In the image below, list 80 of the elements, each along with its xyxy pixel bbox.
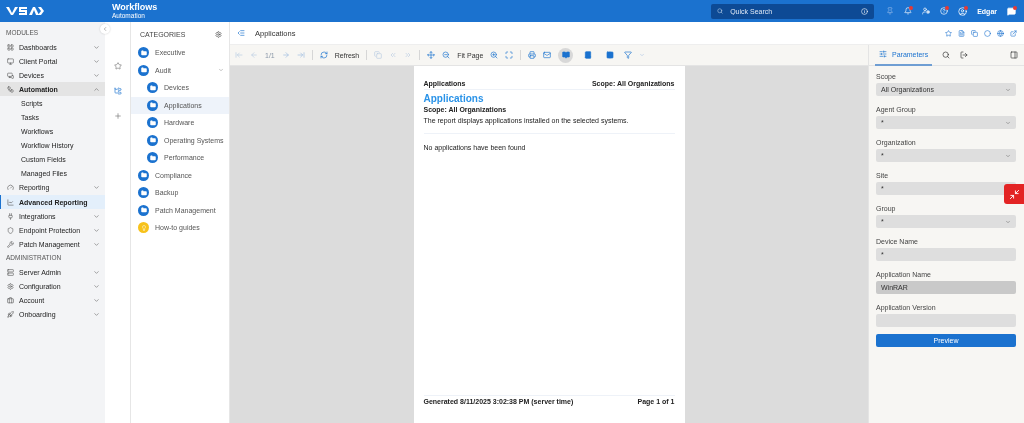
folder-icon: [147, 152, 158, 164]
chevron-left-icon: [102, 26, 108, 32]
lightbulb-icon: [138, 222, 149, 234]
monitor-icon: [7, 57, 14, 65]
settings-icon[interactable]: [215, 31, 222, 38]
rocket-icon: [7, 311, 14, 319]
panel-toggle-icon[interactable]: [1010, 51, 1018, 59]
plug-icon: [7, 212, 14, 220]
previous-page-icon[interactable]: [250, 51, 258, 59]
circle-icon[interactable]: [984, 29, 991, 37]
folder-icon: [147, 99, 158, 111]
copy-icon[interactable]: [971, 29, 978, 37]
next-page-icon[interactable]: [281, 51, 290, 59]
plus-icon[interactable]: [113, 112, 122, 120]
mail-icon[interactable]: [543, 51, 552, 59]
folder-icon: [147, 82, 158, 94]
zoom-out-icon[interactable]: [442, 51, 451, 59]
refresh-icon[interactable]: [319, 51, 328, 59]
folder-icon: [138, 64, 149, 76]
last-page-icon[interactable]: [296, 51, 305, 59]
info-icon: [861, 7, 869, 15]
star-icon[interactable]: [113, 62, 122, 70]
briefcase-icon: [7, 297, 14, 305]
external-link-icon[interactable]: [1010, 29, 1017, 37]
folder-icon: [147, 117, 158, 129]
move-icon[interactable]: [427, 51, 436, 59]
printer-icon[interactable]: [528, 51, 537, 59]
book-icon: [605, 51, 614, 59]
folder-icon: [138, 169, 149, 181]
folder-tree-icon[interactable]: [113, 87, 122, 95]
chevron-down-icon: [1005, 86, 1011, 93]
chevron-down-icon: [1005, 218, 1011, 225]
sliders-icon: [879, 50, 887, 58]
folder-icon: [138, 204, 149, 216]
filter-icon[interactable]: [624, 51, 633, 59]
report-title: Applications: [423, 93, 485, 104]
copy-icon[interactable]: [374, 51, 383, 59]
user-settings-icon[interactable]: [922, 7, 931, 15]
next-section-icon[interactable]: [404, 51, 413, 59]
chevron-down-icon: [93, 184, 100, 192]
logo: [6, 6, 44, 16]
collapse-panel-icon[interactable]: [237, 29, 245, 37]
input-field[interactable]: [876, 314, 1016, 327]
shield-icon: [7, 226, 14, 234]
settings-icon: [7, 283, 14, 291]
export-icon[interactable]: [960, 51, 969, 59]
server-icon: [7, 268, 14, 276]
chevron-down-icon: [1005, 152, 1011, 159]
book-icon: [561, 51, 570, 59]
previous-section-icon[interactable]: [389, 51, 398, 59]
devices-icon: [7, 71, 14, 79]
book-icon: [583, 51, 592, 59]
bell-icon[interactable]: [904, 7, 913, 15]
collapse-button[interactable]: [100, 24, 110, 34]
folder-icon: [147, 134, 158, 146]
globe-icon[interactable]: [997, 29, 1004, 37]
chevron-down-icon: [1005, 119, 1011, 126]
fullscreen-icon[interactable]: [505, 51, 514, 59]
search-icon[interactable]: [942, 51, 951, 59]
view-mode-button[interactable]: [558, 47, 574, 63]
gauge-icon: [7, 184, 14, 192]
chevron-down-icon: [218, 67, 224, 74]
search-icon: [717, 8, 724, 14]
page-title: Workflows: [112, 2, 158, 12]
pin-icon[interactable]: [886, 7, 895, 15]
user-avatar-icon[interactable]: [958, 6, 968, 16]
wrench-icon: [7, 240, 14, 248]
folder-icon: [138, 47, 149, 59]
arrows-icon: [1008, 188, 1020, 200]
floating-action-button[interactable]: [1004, 184, 1024, 204]
message-icon[interactable]: [1007, 6, 1016, 16]
folder-icon: [138, 187, 149, 199]
document-icon[interactable]: [958, 29, 965, 37]
help-icon[interactable]: [940, 7, 949, 15]
workflow-icon: [7, 85, 14, 93]
grid-icon: [7, 43, 14, 51]
chevron-up-icon: [93, 85, 100, 93]
star-icon[interactable]: [945, 29, 952, 37]
line-chart-icon: [7, 198, 14, 206]
zoom-in-icon[interactable]: [490, 51, 499, 59]
